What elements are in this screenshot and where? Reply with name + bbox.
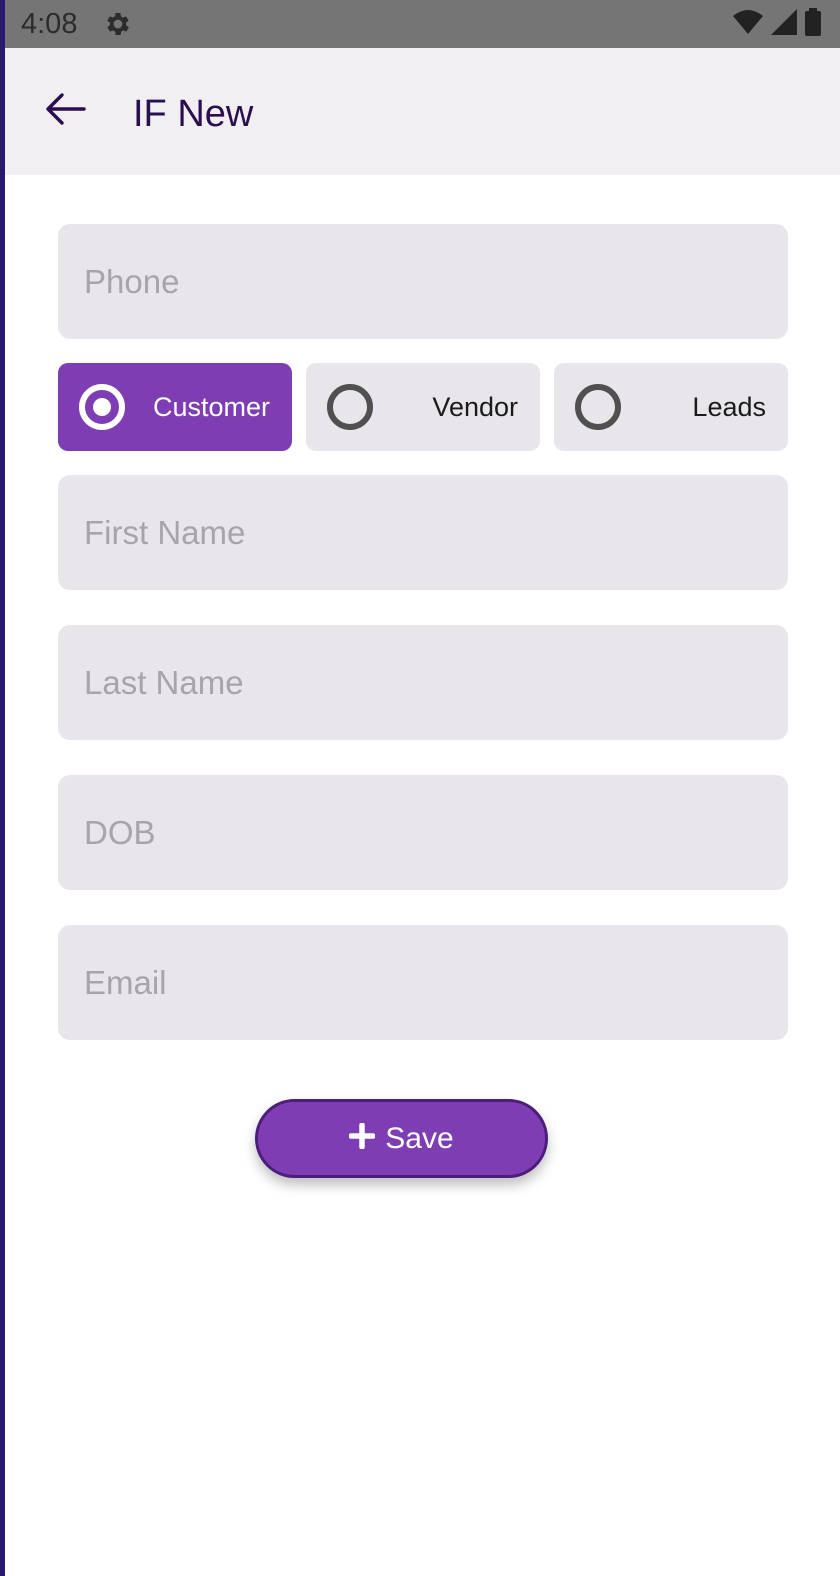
status-bar: 4:08 bbox=[5, 0, 840, 48]
email-field[interactable] bbox=[58, 925, 788, 1040]
radio-unchecked-icon bbox=[575, 384, 621, 430]
save-button[interactable]: Save bbox=[255, 1099, 548, 1178]
save-label: Save bbox=[385, 1121, 454, 1155]
phone-field[interactable] bbox=[58, 224, 788, 339]
first-name-field[interactable] bbox=[58, 475, 788, 590]
last-name-field[interactable] bbox=[58, 625, 788, 740]
wifi-icon bbox=[732, 8, 764, 41]
radio-customer[interactable]: Customer bbox=[58, 363, 292, 451]
radio-leads[interactable]: Leads bbox=[554, 363, 788, 451]
arrow-left-icon bbox=[43, 92, 87, 131]
radio-label-leads: Leads bbox=[692, 392, 766, 422]
app-bar: IF New bbox=[5, 48, 840, 175]
back-button[interactable] bbox=[35, 84, 95, 138]
radio-label-vendor: Vendor bbox=[432, 392, 518, 422]
signal-icon bbox=[770, 8, 798, 41]
radio-checked-icon bbox=[79, 384, 125, 430]
page-title: IF New bbox=[133, 93, 254, 135]
status-time: 4:08 bbox=[21, 8, 78, 40]
window-edge bbox=[0, 0, 5, 1576]
plus-icon bbox=[348, 1122, 377, 1154]
contact-type-radio-group: Customer Vendor Leads bbox=[58, 363, 788, 451]
status-icons bbox=[732, 7, 822, 41]
dob-field[interactable] bbox=[58, 775, 788, 890]
radio-vendor[interactable]: Vendor bbox=[306, 363, 540, 451]
gear-icon bbox=[103, 9, 133, 39]
radio-label-customer: Customer bbox=[152, 392, 270, 422]
radio-unchecked-icon bbox=[327, 384, 373, 430]
battery-icon bbox=[804, 7, 822, 41]
